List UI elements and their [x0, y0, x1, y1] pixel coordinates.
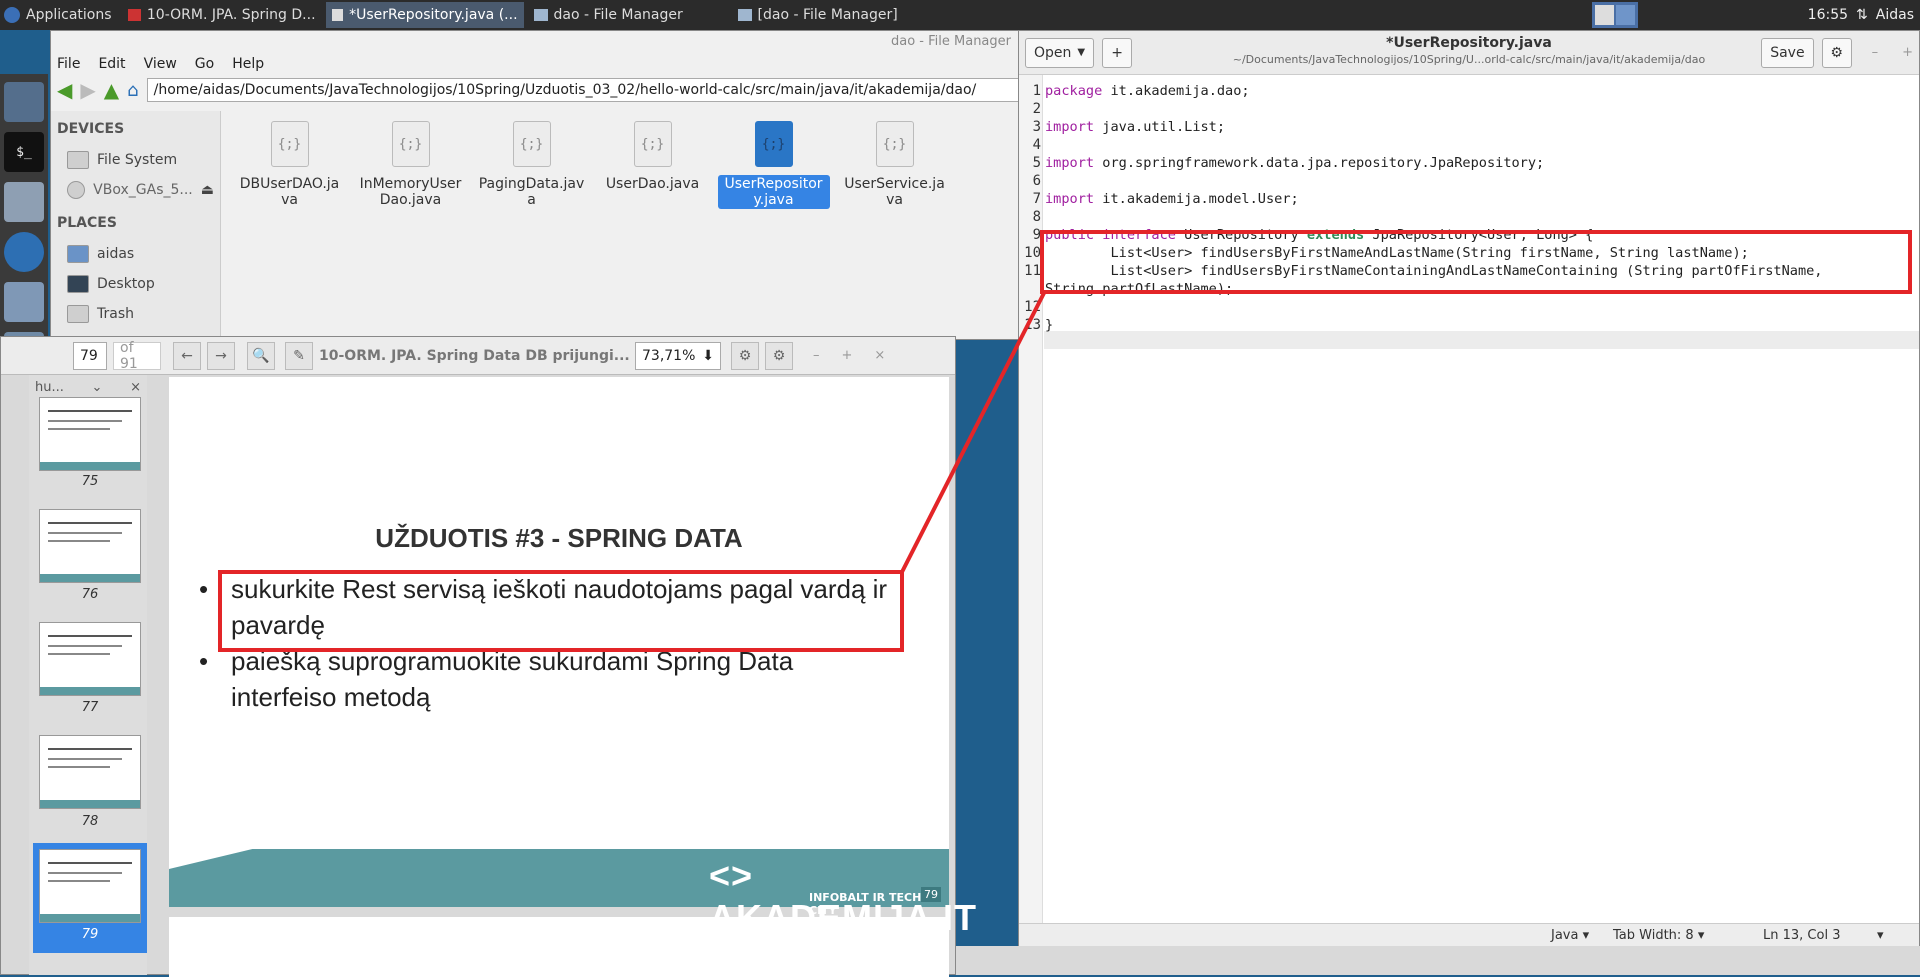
connector-line — [900, 292, 1046, 573]
connector-line-stroke — [900, 292, 1046, 573]
